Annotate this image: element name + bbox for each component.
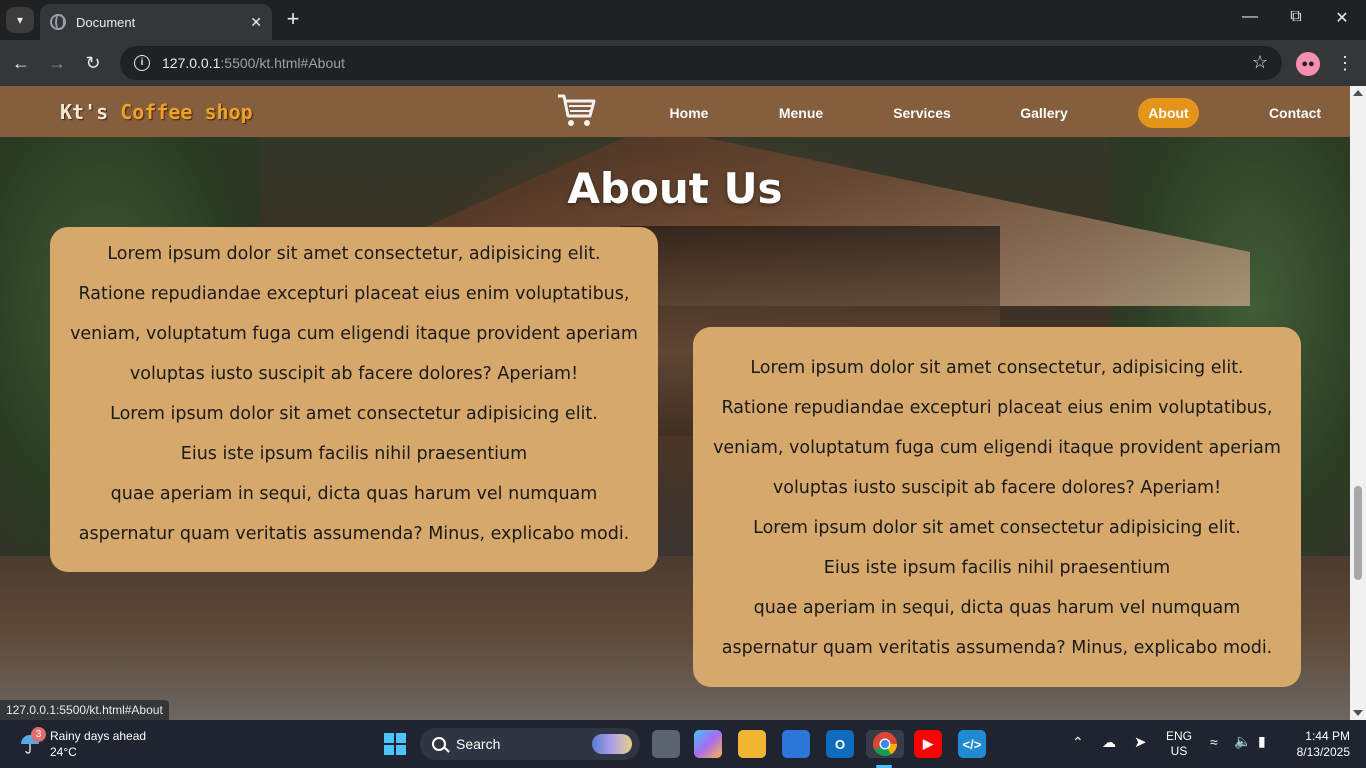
- site-info-icon[interactable]: i: [134, 55, 150, 71]
- card-line: Eius iste ipsum facilis nihil praesentiu…: [180, 444, 528, 464]
- weather-title: Rainy days ahead: [50, 729, 147, 743]
- card-line: Lorem ipsum dolor sit amet consectetur a…: [110, 404, 598, 424]
- profile-avatar[interactable]: ●●: [1296, 52, 1320, 76]
- card-line: voluptas iusto suscipit ab facere dolore…: [129, 364, 579, 384]
- onedrive-icon[interactable]: ☁: [1102, 734, 1116, 751]
- volume-icon[interactable]: 🔈: [1234, 733, 1251, 750]
- region-code: US: [1170, 744, 1188, 758]
- site-logo[interactable]: Kt's Coffee shop: [60, 100, 253, 124]
- clock-date: 8/13/2025: [1296, 745, 1350, 759]
- logo-name: Kt's: [60, 100, 109, 124]
- browser-menu-icon[interactable]: ⋮: [1336, 52, 1354, 74]
- browser-tab-strip: ▾ Document ✕ + — ⧉ ✕: [0, 0, 1366, 40]
- card-line: aspernatur quam veritatis assumenda? Min…: [78, 524, 630, 544]
- browser-tab[interactable]: Document ✕: [40, 4, 272, 40]
- location-icon[interactable]: ➤: [1134, 733, 1147, 751]
- scroll-down-icon[interactable]: [1353, 710, 1363, 716]
- card-line: quae aperiam in sequi, dicta quas harum …: [753, 598, 1241, 618]
- reload-icon[interactable]: ↻: [82, 52, 104, 74]
- language-code: ENG: [1166, 729, 1193, 743]
- tab-search-icon[interactable]: ▾: [6, 7, 34, 33]
- url-path: :5500/kt.html#About: [220, 55, 345, 71]
- page-scrollbar[interactable]: [1350, 86, 1366, 720]
- card-line: Lorem ipsum dolor sit amet consectetur a…: [753, 518, 1241, 538]
- card-line: Lorem ipsum dolor sit amet consectetur, …: [107, 244, 601, 264]
- nav-home[interactable]: Home: [660, 98, 718, 128]
- card-line: Ratione repudiandae excepturi placeat ei…: [78, 284, 630, 304]
- clock-time: 1:44 PM: [1305, 729, 1350, 743]
- tab-close-icon[interactable]: ✕: [250, 14, 262, 31]
- shopping-cart-icon[interactable]: [556, 92, 596, 128]
- card-line: veniam, voluptatum fuga cum eligendi ita…: [713, 438, 1281, 458]
- nav-menue[interactable]: Menue: [770, 98, 832, 128]
- weather-widget[interactable]: Rainy days ahead 24°C: [50, 728, 146, 760]
- task-view-icon[interactable]: [652, 730, 680, 758]
- page-title: About Us: [567, 164, 783, 213]
- microsoft-store-icon[interactable]: [782, 730, 810, 758]
- about-card-right: Lorem ipsum dolor sit amet consectetur, …: [693, 327, 1301, 687]
- back-icon[interactable]: ←: [10, 52, 32, 74]
- address-bar[interactable]: i 127.0.0.1:5500/kt.html#About ☆: [120, 46, 1282, 80]
- card-line: aspernatur quam veritatis assumenda? Min…: [721, 638, 1273, 658]
- vscode-icon[interactable]: </>: [958, 730, 986, 758]
- card-line: voluptas iusto suscipit ab facere dolore…: [772, 478, 1222, 498]
- card-line: Lorem ipsum dolor sit amet consectetur, …: [750, 358, 1244, 378]
- restore-icon[interactable]: ⧉: [1284, 8, 1308, 26]
- wifi-icon[interactable]: ≈: [1210, 734, 1218, 750]
- card-line: quae aperiam in sequi, dicta quas harum …: [110, 484, 598, 504]
- weather-badge: 3: [31, 727, 46, 742]
- about-card-left: Lorem ipsum dolor sit amet consectetur, …: [50, 227, 658, 572]
- tab-title: Document: [76, 14, 136, 30]
- nav-contact[interactable]: Contact: [1262, 98, 1328, 128]
- card-line: Ratione repudiandae excepturi placeat ei…: [721, 398, 1273, 418]
- windows-start-icon[interactable]: [384, 733, 406, 755]
- search-highlight-icon: [592, 734, 632, 754]
- scroll-up-icon[interactable]: [1353, 90, 1363, 96]
- minimize-icon[interactable]: —: [1238, 8, 1262, 26]
- chrome-logo-icon: [873, 732, 897, 757]
- chrome-icon[interactable]: [866, 730, 904, 758]
- windows-taskbar: 3 Rainy days ahead 24°C Search O ▶ </> ⌃…: [0, 720, 1366, 768]
- nav-services[interactable]: Services: [886, 98, 958, 128]
- browser-toolbar: ← → ↻ i 127.0.0.1:5500/kt.html#About ☆: [0, 40, 1366, 86]
- search-icon: [432, 737, 446, 751]
- search-label: Search: [456, 736, 501, 752]
- url-host: 127.0.0.1: [162, 55, 221, 71]
- new-tab-icon[interactable]: +: [282, 8, 304, 30]
- youtube-icon[interactable]: ▶: [914, 730, 942, 758]
- card-line: Eius iste ipsum facilis nihil praesentiu…: [823, 558, 1171, 578]
- outlook-icon[interactable]: O: [826, 730, 854, 758]
- taskbar-search[interactable]: Search: [420, 728, 640, 760]
- language-indicator[interactable]: ENG US: [1166, 729, 1192, 759]
- card-line: veniam, voluptatum fuga cum eligendi ita…: [70, 324, 638, 344]
- site-header: Kt's Coffee shop Home Menue Services Gal…: [0, 86, 1350, 137]
- file-explorer-icon[interactable]: [738, 730, 766, 758]
- window-close-icon[interactable]: ✕: [1330, 8, 1354, 28]
- tray-overflow-icon[interactable]: ⌃: [1072, 734, 1084, 751]
- nav-about[interactable]: About: [1138, 98, 1199, 128]
- battery-icon[interactable]: ▮: [1258, 733, 1266, 750]
- system-clock[interactable]: 1:44 PM 8/13/2025: [1284, 728, 1350, 760]
- weather-temp: 24°C: [50, 745, 77, 759]
- forward-icon[interactable]: →: [46, 52, 68, 74]
- logo-accent: Coffee shop: [120, 100, 253, 124]
- page-viewport: Kt's Coffee shop Home Menue Services Gal…: [0, 86, 1350, 720]
- copilot-icon[interactable]: [694, 730, 722, 758]
- bookmark-star-icon[interactable]: ☆: [1252, 52, 1268, 73]
- globe-icon: [50, 14, 66, 30]
- nav-gallery[interactable]: Gallery: [1012, 98, 1076, 128]
- link-status-url: 127.0.0.1:5500/kt.html#About: [0, 700, 169, 720]
- scrollbar-thumb[interactable]: [1354, 486, 1362, 580]
